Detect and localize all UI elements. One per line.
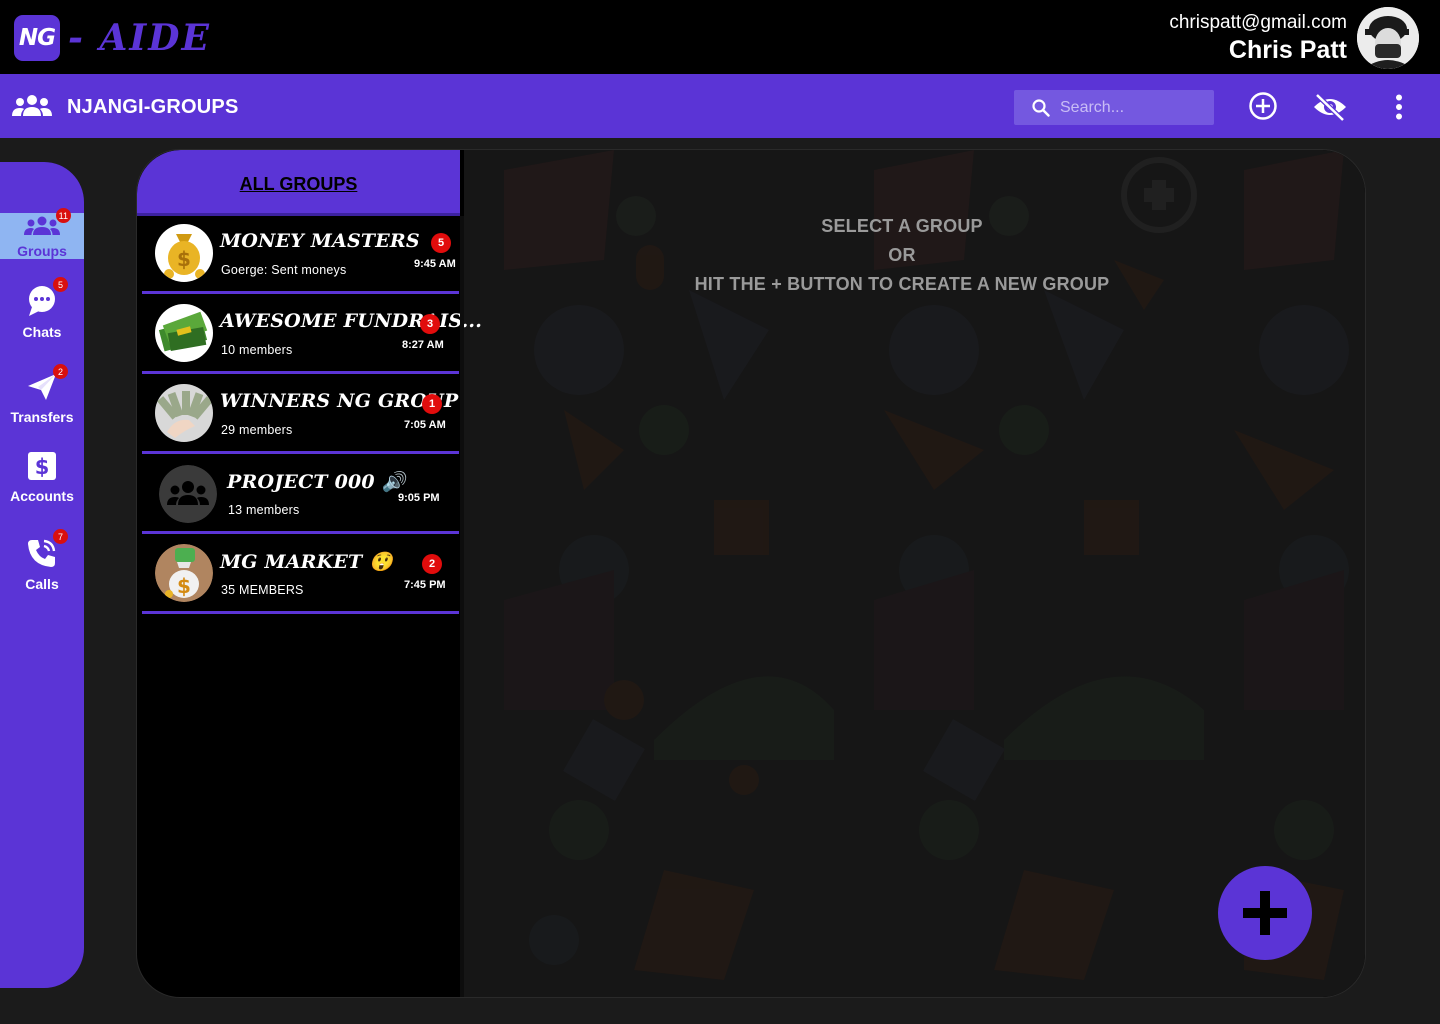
send-icon: 2: [26, 364, 68, 407]
page-title: NJANGI-GROUPS: [67, 96, 239, 118]
group-avatar: [159, 465, 217, 523]
app-logo[interactable]: NG - AIDE: [14, 15, 211, 61]
sidebar-item-chats[interactable]: 5 Chats: [0, 277, 84, 340]
group-time: 9:45 AM: [414, 258, 456, 270]
groups-badge: 11: [55, 208, 71, 223]
sidebar: 11 Groups 5 Chats 2 Transfers $ Accounts…: [0, 162, 84, 988]
visibility-off-icon[interactable]: [1312, 92, 1348, 127]
groups-panel: SELECT A GROUP OR HIT THE + BUTTON TO CR…: [136, 149, 1366, 998]
group-name: AWESOME FUNDRAIS...: [220, 310, 483, 332]
panel-divider: [460, 216, 464, 997]
user-avatar[interactable]: [1357, 7, 1419, 69]
chat-icon: 5: [26, 277, 68, 322]
search-input[interactable]: [1060, 98, 1200, 117]
dollar-icon: $: [27, 451, 57, 486]
group-member-count: 29 members: [221, 423, 293, 437]
add-circle-icon[interactable]: [1248, 91, 1278, 126]
create-group-button[interactable]: [1218, 866, 1312, 960]
group-avatar: $: [155, 224, 213, 282]
group-avatar: [155, 304, 213, 362]
empty-state-line: OR: [888, 245, 916, 265]
calls-badge: 7: [53, 529, 68, 544]
plus-icon: [1243, 891, 1287, 935]
unread-badge: 2: [422, 554, 442, 574]
unread-badge: 1: [422, 394, 442, 414]
group-item-project-000[interactable]: PROJECT 000 🔊 13 members 9:05 PM: [142, 456, 459, 534]
all-groups-tab[interactable]: ALL GROUPS: [137, 150, 460, 216]
group-time: 7:05 AM: [404, 419, 446, 431]
group-time: 9:05 PM: [398, 492, 440, 504]
logo-badge: NG: [14, 15, 60, 61]
search-icon: [1032, 98, 1050, 117]
page-header: NJANGI-GROUPS: [0, 74, 1440, 138]
unread-badge: 3: [420, 314, 440, 334]
groups-icon: 11: [23, 208, 71, 241]
group-member-count: 10 members: [221, 343, 293, 357]
transfers-badge: 2: [53, 364, 68, 379]
phone-icon: 7: [26, 529, 68, 574]
empty-state-message: SELECT A GROUP OR HIT THE + BUTTON TO CR…: [464, 212, 1340, 299]
group-last-message: Goerge: Sent moneys: [221, 263, 347, 277]
group-time: 8:27 AM: [402, 339, 444, 351]
chats-badge: 5: [53, 277, 68, 292]
user-name: Chris Patt: [1228, 36, 1347, 64]
sidebar-item-transfers[interactable]: 2 Transfers: [0, 364, 84, 425]
group-avatar: [155, 384, 213, 442]
svg-text:$: $: [177, 247, 191, 271]
group-avatar: $: [155, 544, 213, 602]
top-bar: NG - AIDE chrispatt@gmail.com Chris Patt: [0, 0, 1440, 74]
empty-state-line: HIT THE + BUTTON TO CREATE A NEW GROUP: [694, 274, 1110, 294]
more-vert-icon[interactable]: [1394, 94, 1404, 125]
group-name: MG MARKET 😲: [220, 551, 394, 573]
group-detail-area: SELECT A GROUP OR HIT THE + BUTTON TO CR…: [464, 150, 1365, 997]
sidebar-item-groups[interactable]: 11 Groups: [0, 208, 84, 259]
svg-text:$: $: [35, 455, 50, 479]
sidebar-item-calls[interactable]: 7 Calls: [0, 529, 84, 592]
group-item-money-masters[interactable]: $ MONEY MASTERS Goerge: Sent moneys 5 9:…: [142, 216, 459, 294]
group-item-awesome-fundraising[interactable]: AWESOME FUNDRAIS... 10 members 3 8:27 AM: [142, 296, 482, 374]
user-email: chrispatt@gmail.com: [1169, 12, 1347, 33]
sidebar-item-label: Groups: [17, 243, 67, 259]
search-box[interactable]: [1014, 90, 1214, 125]
sidebar-item-accounts[interactable]: $ Accounts: [0, 450, 84, 504]
unread-badge: 5: [431, 233, 451, 253]
sidebar-item-label: Transfers: [10, 409, 74, 425]
all-groups-label: ALL GROUPS: [239, 174, 358, 194]
group-time: 7:45 PM: [404, 579, 446, 591]
group-name: MONEY MASTERS: [220, 230, 420, 252]
svg-text:$: $: [177, 574, 191, 598]
group-item-winners-ng[interactable]: WINNERS NG GROUP 29 members 1 7:05 AM: [142, 376, 459, 454]
group-member-count: 13 members: [228, 503, 300, 517]
sidebar-item-label: Accounts: [10, 488, 74, 504]
logo-text: - AIDE: [68, 17, 211, 59]
groups-icon: [12, 94, 52, 123]
empty-state-line: SELECT A GROUP: [821, 216, 983, 236]
group-name: PROJECT 000 🔊: [227, 471, 406, 493]
sidebar-item-label: Chats: [22, 324, 62, 340]
group-member-count: 35 MEMBERS: [221, 583, 304, 597]
sidebar-item-label: Calls: [25, 576, 59, 592]
group-item-mg-market[interactable]: $ MG MARKET 😲 35 MEMBERS 2 7:45 PM: [142, 536, 459, 614]
